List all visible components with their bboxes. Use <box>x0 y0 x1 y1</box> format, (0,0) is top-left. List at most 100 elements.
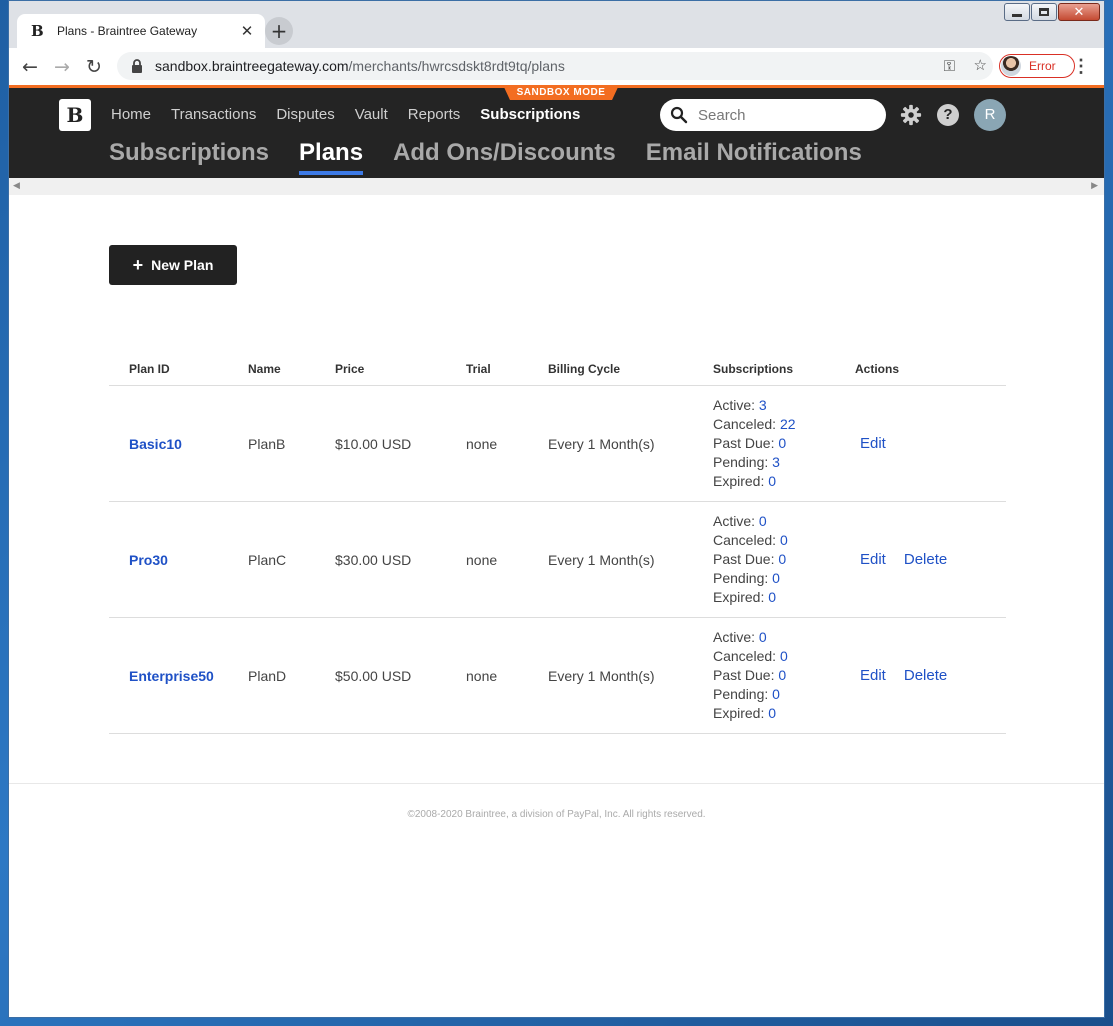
plan-name: PlanC <box>248 501 335 618</box>
count-label: Expired: <box>713 589 765 605</box>
subtab-email-notifications[interactable]: Email Notifications <box>646 139 862 171</box>
subscriptions-subnav: Subscriptions Plans Add Ons/Discounts Em… <box>109 139 892 175</box>
plans-page: + New Plan Plan ID Name Price Trial Bill… <box>9 195 1104 1017</box>
table-row: Enterprise50 PlanD $50.00 USD none Every… <box>109 617 1006 734</box>
reload-icon[interactable]: ↻ <box>78 56 110 78</box>
search-box[interactable] <box>660 99 886 131</box>
past-due-count-link[interactable]: 0 <box>778 435 786 451</box>
subscription-counts: Active: 0 Canceled: 0 Past Due: 0 Pendin… <box>713 617 855 734</box>
browser-window: ✕ B Plans - Braintree Gateway ✕ + ← → ↻ … <box>8 0 1105 1018</box>
help-icon[interactable]: ? <box>937 104 959 126</box>
maximize-button[interactable] <box>1031 3 1057 21</box>
user-avatar[interactable]: R <box>974 99 1006 131</box>
profile-button[interactable]: Error <box>999 54 1075 78</box>
plan-trial: none <box>466 617 548 734</box>
active-count-link[interactable]: 0 <box>759 513 767 529</box>
column-header-price: Price <box>335 353 466 386</box>
horizontal-scrollbar[interactable]: ◀ ▶ <box>9 178 1104 195</box>
canceled-count-link[interactable]: 0 <box>780 648 788 664</box>
count-label: Active: <box>713 629 756 645</box>
delete-plan-link[interactable]: Delete <box>904 667 947 684</box>
column-header-plan-id: Plan ID <box>109 353 248 386</box>
scroll-right-icon[interactable]: ▶ <box>1091 180 1098 191</box>
tab-close-icon[interactable]: ✕ <box>237 22 257 40</box>
subscription-counts: Active: 0 Canceled: 0 Past Due: 0 Pendin… <box>713 501 855 618</box>
maximize-icon <box>1039 8 1049 16</box>
past-due-count-link[interactable]: 0 <box>778 667 786 683</box>
pending-count-link[interactable]: 0 <box>772 570 780 586</box>
browser-tab[interactable]: B Plans - Braintree Gateway ✕ <box>17 14 265 48</box>
plan-price: $10.00 USD <box>335 385 466 502</box>
nav-vault[interactable]: Vault <box>355 106 388 123</box>
new-tab-button[interactable]: + <box>265 17 293 45</box>
braintree-logo[interactable]: B <box>59 99 91 131</box>
browser-toolbar: ← → ↻ sandbox.braintreegateway.com/merch… <box>9 48 1104 85</box>
count-label: Canceled: <box>713 648 777 664</box>
count-label: Canceled: <box>713 532 777 548</box>
column-header-subscriptions: Subscriptions <box>713 353 855 386</box>
nav-disputes[interactable]: Disputes <box>276 106 334 123</box>
nav-transactions[interactable]: Transactions <box>171 106 256 123</box>
delete-plan-link[interactable]: Delete <box>904 551 947 568</box>
profile-avatar <box>1001 56 1021 76</box>
close-window-button[interactable]: ✕ <box>1058 3 1100 21</box>
count-label: Past Due: <box>713 551 775 567</box>
active-count-link[interactable]: 0 <box>759 629 767 645</box>
bookmark-star-icon[interactable]: ☆ <box>974 56 987 74</box>
plans-table: Plan ID Name Price Trial Billing Cycle S… <box>109 353 1006 734</box>
count-label: Pending: <box>713 686 769 702</box>
count-label: Active: <box>713 513 756 529</box>
address-bar[interactable]: sandbox.braintreegateway.com/merchants/h… <box>117 52 993 80</box>
url-path: /merchants/hwrcsdskt8rdt9tq/plans <box>348 58 565 74</box>
expired-count-link[interactable]: 0 <box>768 473 776 489</box>
nav-home[interactable]: Home <box>111 106 151 123</box>
subtab-subscriptions[interactable]: Subscriptions <box>109 139 269 171</box>
edit-plan-link[interactable]: Edit <box>860 667 886 684</box>
plan-name: PlanB <box>248 385 335 502</box>
edit-plan-link[interactable]: Edit <box>860 435 886 452</box>
pending-count-link[interactable]: 0 <box>772 686 780 702</box>
nav-subscriptions[interactable]: Subscriptions <box>480 106 580 123</box>
column-header-billing-cycle: Billing Cycle <box>548 353 713 386</box>
plan-trial: none <box>466 501 548 618</box>
edit-plan-link[interactable]: Edit <box>860 551 886 568</box>
nav-reports[interactable]: Reports <box>408 106 461 123</box>
row-actions: Edit <box>855 385 1006 502</box>
table-row: Basic10 PlanB $10.00 USD none Every 1 Mo… <box>109 385 1006 502</box>
minimize-icon <box>1012 13 1022 17</box>
active-count-link[interactable]: 3 <box>759 397 767 413</box>
expired-count-link[interactable]: 0 <box>768 589 776 605</box>
plan-price: $50.00 USD <box>335 617 466 734</box>
plan-id-link[interactable]: Enterprise50 <box>129 668 214 684</box>
subtab-plans[interactable]: Plans <box>299 139 364 175</box>
past-due-count-link[interactable]: 0 <box>778 551 786 567</box>
count-label: Expired: <box>713 705 765 721</box>
gear-icon[interactable] <box>900 104 922 126</box>
new-plan-label: New Plan <box>151 257 214 273</box>
tab-favicon: B <box>31 22 44 40</box>
forward-icon[interactable]: → <box>46 56 78 78</box>
plan-id-link[interactable]: Pro30 <box>129 552 168 568</box>
scroll-left-icon[interactable]: ◀ <box>13 180 20 191</box>
expired-count-link[interactable]: 0 <box>768 705 776 721</box>
minimize-button[interactable] <box>1004 3 1030 21</box>
plan-billing-cycle: Every 1 Month(s) <box>548 501 713 618</box>
plan-trial: none <box>466 385 548 502</box>
sandbox-mode-badge: SANDBOX MODE <box>503 85 619 100</box>
row-actions: Edit Delete <box>855 617 1006 734</box>
back-icon[interactable]: ← <box>14 56 46 78</box>
browser-menu-icon[interactable]: ⋮ <box>1072 57 1090 75</box>
search-input[interactable] <box>696 105 880 125</box>
count-label: Canceled: <box>713 416 777 432</box>
canceled-count-link[interactable]: 0 <box>780 532 788 548</box>
canceled-count-link[interactable]: 22 <box>780 416 796 432</box>
plan-id-link[interactable]: Basic10 <box>129 436 182 452</box>
url-domain: sandbox.braintreegateway.com <box>155 58 349 74</box>
pending-count-link[interactable]: 3 <box>772 454 780 470</box>
new-plan-button[interactable]: + New Plan <box>109 245 237 285</box>
subscription-counts: Active: 3 Canceled: 22 Past Due: 0 Pendi… <box>713 385 855 502</box>
key-icon[interactable]: ⚿ <box>944 57 955 75</box>
count-label: Past Due: <box>713 435 775 451</box>
subtab-add-ons-discounts[interactable]: Add Ons/Discounts <box>393 139 616 171</box>
braintree-header: SANDBOX MODE B Home Transactions Dispute… <box>9 85 1104 178</box>
